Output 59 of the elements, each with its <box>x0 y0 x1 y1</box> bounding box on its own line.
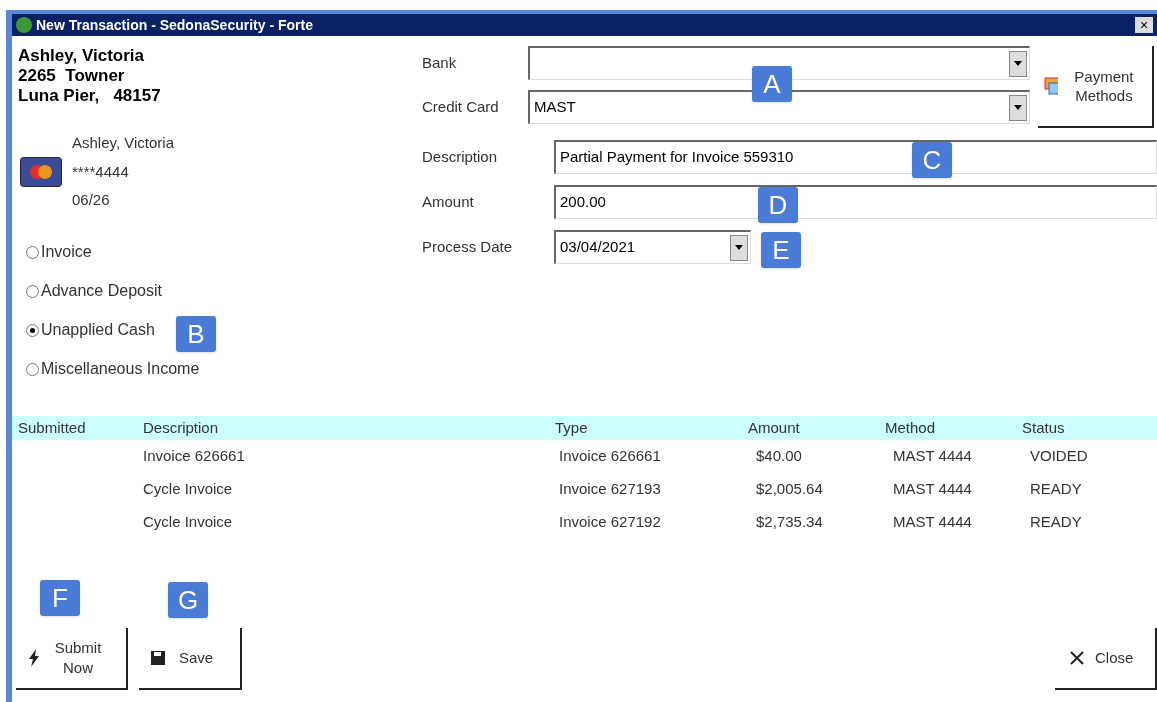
payment-methods-button[interactable]: Payment Methods <box>1038 46 1154 128</box>
table-cell: MAST 4444 <box>893 447 972 465</box>
card-number: ****4444 <box>72 161 130 182</box>
card-expiry: 06/26 <box>72 190 111 210</box>
field-label: Credit Card <box>422 98 499 115</box>
table-cell: Invoice 627193 <box>559 480 661 498</box>
callout-badge: A <box>752 66 792 102</box>
callout-badge: G <box>168 582 208 618</box>
customer-city: Luna Pier, 48157 <box>18 86 162 106</box>
table-cell: Invoice 626661 <box>559 447 661 465</box>
lightning-icon <box>28 649 40 667</box>
column-header: Description <box>143 417 220 438</box>
column-header: Status <box>1022 417 1066 438</box>
table-cell: MAST 4444 <box>893 480 972 498</box>
radio-option[interactable]: Unapplied Cash <box>26 319 155 341</box>
radio-button[interactable] <box>26 362 39 376</box>
callout-badge: C <box>912 142 952 178</box>
table-cell: $2,005.64 <box>756 480 823 498</box>
cards-icon <box>1044 77 1058 95</box>
customer-street: 2265 Towner <box>18 66 126 86</box>
save-button[interactable]: Save <box>139 628 242 690</box>
table-cell: MAST 4444 <box>893 513 972 531</box>
window-title: New Transaction - SedonaSecurity - Forte <box>36 15 314 35</box>
field-label: Amount <box>422 193 474 210</box>
date-dropdown[interactable]: 03/04/2021 <box>554 230 751 264</box>
table-cell: $2,735.34 <box>756 513 823 531</box>
customer-name: Ashley, Victoria <box>18 46 145 66</box>
app-logo-icon <box>16 17 32 33</box>
field-label: Description <box>422 148 498 165</box>
callout-badge: D <box>758 187 798 223</box>
submit-now-button[interactable]: Submit Now <box>16 628 128 690</box>
radio-option[interactable]: Advance Deposit <box>26 280 162 302</box>
callout-badge: F <box>40 580 80 616</box>
table-cell: Invoice 627192 <box>559 513 661 531</box>
callout-badge: E <box>761 232 801 268</box>
column-header: Type <box>555 417 589 438</box>
table-cell: Cycle Invoice <box>143 480 233 498</box>
table-cell: Cycle Invoice <box>143 513 233 531</box>
table-cell: Invoice 626661 <box>143 447 245 465</box>
column-header: Submitted <box>18 417 87 438</box>
radio-button[interactable] <box>26 284 39 298</box>
close-button[interactable]: × <box>1135 17 1153 33</box>
table-cell: READY <box>1030 480 1082 498</box>
table-cell: $40.00 <box>756 447 802 465</box>
credit-card-icon <box>20 156 62 187</box>
close-button[interactable]: Close <box>1055 628 1157 690</box>
column-header: Method <box>885 417 937 438</box>
radio-button[interactable] <box>26 245 39 259</box>
callout-badge: B <box>176 316 216 352</box>
radio-option[interactable]: Invoice <box>26 241 92 263</box>
field-label: Process Date <box>422 238 513 255</box>
table-cell: READY <box>1030 513 1082 531</box>
radio-button[interactable] <box>26 323 39 337</box>
column-header: Amount <box>748 417 801 438</box>
close-icon <box>1069 650 1085 666</box>
card-holder: Ashley, Victoria <box>72 133 174 153</box>
field-label: Bank <box>422 54 457 71</box>
radio-option[interactable]: Miscellaneous Income <box>26 358 200 380</box>
table-cell: VOIDED <box>1030 447 1088 465</box>
